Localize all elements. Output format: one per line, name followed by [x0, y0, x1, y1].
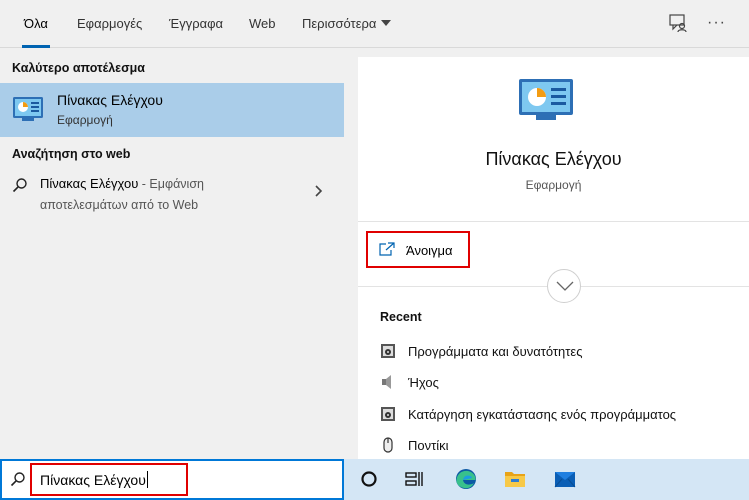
chevron-down-icon [556, 281, 574, 291]
feedback-icon[interactable] [667, 12, 689, 34]
tab-more[interactable]: Περισσότερα [302, 0, 392, 48]
chevron-right-icon[interactable] [314, 184, 324, 198]
best-match-type: Εφαρμογή [57, 113, 113, 127]
control-panel-icon [518, 77, 574, 123]
task-view-icon[interactable] [402, 467, 426, 491]
open-label: Άνοιγμα [406, 243, 453, 258]
preview-pane: Πίνακας Ελέγχου Εφαρμογή Άνοιγμα Recent [358, 57, 749, 459]
recent-item-label: Κατάργηση εγκατάστασης ενός προγράμματος [408, 407, 677, 422]
search-input[interactable]: Πίνακας Ελέγχου [40, 471, 148, 488]
speaker-icon [380, 374, 396, 390]
expand-button[interactable] [547, 269, 581, 303]
preview-app-type: Εφαρμογή [525, 178, 582, 192]
file-explorer-icon[interactable] [503, 467, 527, 491]
recent-item-label: Προγράμματα και δυνατότητες [408, 344, 583, 359]
mouse-icon [380, 437, 396, 453]
programs-icon [380, 406, 396, 422]
programs-icon [380, 343, 396, 359]
tab-web[interactable]: Web [249, 0, 276, 48]
open-button[interactable]: Άνοιγμα [366, 231, 470, 268]
control-panel-icon [12, 95, 44, 123]
open-external-icon [379, 242, 395, 256]
best-match-heading: Καλύτερο αποτέλεσμα [12, 61, 145, 75]
recent-item-label: Ήχος [408, 375, 439, 390]
caret-down-icon [381, 20, 392, 26]
text-cursor [146, 471, 148, 488]
edge-browser-icon[interactable] [454, 467, 478, 491]
more-options-icon[interactable]: ··· [707, 12, 729, 34]
recent-item-programs-features[interactable]: Προγράμματα και δυνατότητες [380, 341, 740, 363]
web-result-line-2: αποτελεσμάτων από το Web [40, 198, 199, 212]
recent-item-sound[interactable]: Ήχος [380, 372, 740, 394]
preview-app-name: Πίνακας Ελέγχου [485, 149, 622, 169]
recent-heading: Recent [380, 310, 422, 324]
tab-documents[interactable]: Έγγραφα [169, 0, 223, 48]
search-filter-tabs: Όλα Εφαρμογές Έγγραφα Web Περισσότερα ··… [0, 0, 749, 48]
web-result-hint: - Εμφάνιση [138, 177, 204, 191]
recent-item-uninstall-program[interactable]: Κατάργηση εγκατάστασης ενός προγράμματος [380, 404, 740, 426]
tab-all[interactable]: Όλα [22, 0, 50, 48]
search-icon [10, 471, 26, 487]
web-result-line-1: Πίνακας Ελέγχου - Εμφάνιση [40, 176, 204, 191]
tab-more-label: Περισσότερα [302, 16, 377, 31]
taskbar [344, 459, 749, 500]
search-icon [12, 177, 28, 193]
search-input-value: Πίνακας Ελέγχου [40, 472, 146, 488]
mail-icon[interactable] [553, 467, 577, 491]
web-search-result[interactable]: Πίνακας Ελέγχου - Εμφάνιση αποτελεσμάτων… [0, 171, 344, 219]
divider [358, 221, 749, 222]
recent-item-label: Ποντίκι [408, 438, 449, 453]
tab-apps[interactable]: Εφαρμογές [77, 0, 142, 48]
best-match-item[interactable]: Πίνακας Ελέγχου Εφαρμογή [0, 83, 344, 137]
web-result-query: Πίνακας Ελέγχου [40, 176, 139, 191]
web-search-heading: Αναζήτηση στο web [12, 147, 131, 161]
best-match-name: Πίνακας Ελέγχου [57, 92, 163, 108]
cortana-icon[interactable] [357, 467, 381, 491]
recent-item-mouse[interactable]: Ποντίκι [380, 435, 740, 457]
results-list: Καλύτερο αποτέλεσμα Πίνακας Ελέγχου Εφαρ… [0, 49, 344, 459]
search-box[interactable]: Πίνακας Ελέγχου [0, 459, 344, 500]
